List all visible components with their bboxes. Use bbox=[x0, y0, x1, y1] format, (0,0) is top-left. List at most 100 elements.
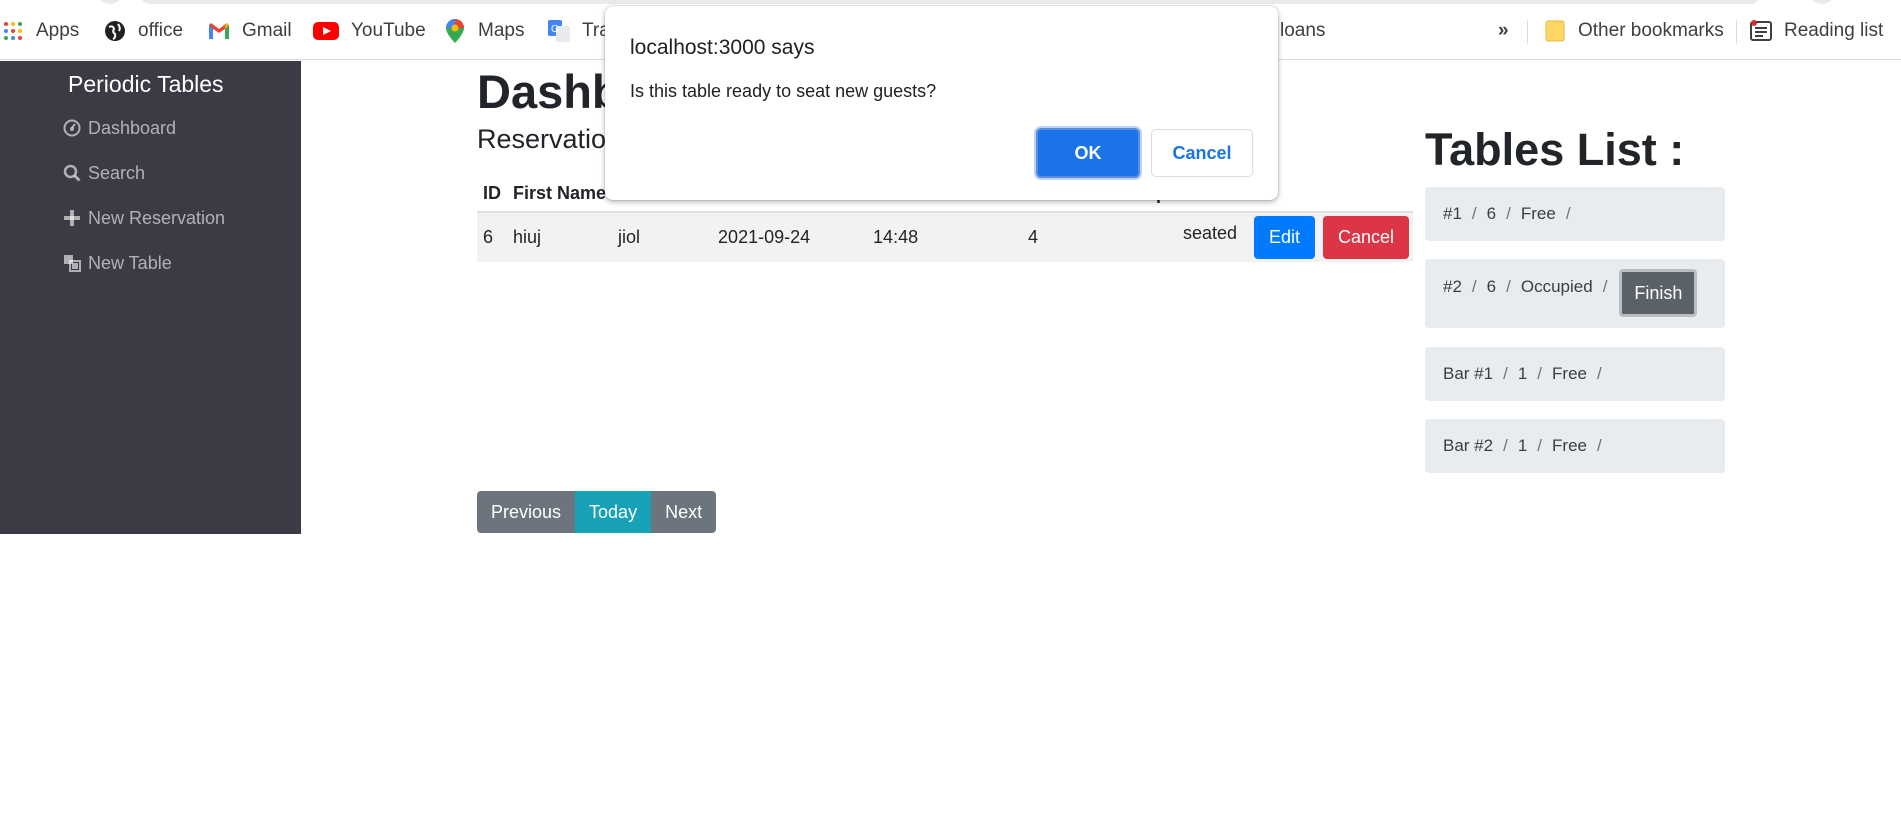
youtube-icon bbox=[313, 20, 339, 42]
separator: / bbox=[1597, 364, 1602, 383]
dashboard-icon bbox=[62, 118, 82, 138]
next-button[interactable]: Next bbox=[651, 491, 717, 533]
cell-people: 4 bbox=[1022, 211, 1174, 262]
cell-date: 2021-09-24 bbox=[712, 211, 868, 262]
separator: / bbox=[1503, 436, 1508, 455]
confirm-dialog: localhost:3000 says Is this table ready … bbox=[605, 6, 1278, 200]
separator: / bbox=[1537, 364, 1543, 383]
table-capacity: 1 bbox=[1517, 436, 1528, 455]
dialog-origin: localhost:3000 says bbox=[630, 36, 815, 59]
table-card: #1 / 6 / Free / bbox=[1425, 187, 1725, 241]
sidebar-item-label: New Table bbox=[88, 252, 172, 273]
cell-status: seated bbox=[1173, 211, 1244, 262]
sidebar-item-new-table[interactable]: New Table bbox=[62, 249, 172, 277]
cell-last-name: jiol bbox=[612, 211, 713, 262]
table-status: Free bbox=[1552, 436, 1587, 455]
reading-list-label: Reading list bbox=[1784, 20, 1884, 41]
dialog-ok-button[interactable]: OK bbox=[1036, 128, 1140, 178]
edit-reservation-button[interactable]: Edit bbox=[1253, 216, 1315, 259]
cell-id: 6 bbox=[477, 211, 507, 262]
table-name: Bar #1 bbox=[1443, 364, 1494, 383]
table-card: #2 / 6 / Occupied / Finish bbox=[1425, 259, 1725, 328]
bookmark-other[interactable]: Other bookmarks bbox=[1544, 18, 1724, 44]
globe-icon bbox=[104, 20, 126, 42]
date-pager: Previous Today Next bbox=[477, 491, 717, 533]
folder-icon bbox=[1544, 20, 1566, 42]
table-status: Free bbox=[1520, 204, 1556, 223]
brand-title[interactable]: Periodic Tables bbox=[68, 71, 224, 98]
dialog-cancel-button[interactable]: Cancel bbox=[1151, 129, 1253, 177]
apps-grid-icon bbox=[2, 20, 24, 42]
separator: / bbox=[1506, 204, 1511, 223]
bookmark-office[interactable]: office bbox=[104, 18, 183, 44]
separator: / bbox=[1471, 277, 1477, 296]
table-row: 6 hiuj jiol 2021-09-24 14:48 4 seated Ed… bbox=[477, 211, 1413, 262]
table-capacity: 6 bbox=[1486, 277, 1497, 296]
back-button-edge bbox=[96, 0, 124, 4]
reading-list-button[interactable]: Reading list bbox=[1750, 18, 1883, 44]
table-name: Bar #2 bbox=[1443, 436, 1494, 455]
address-bar-edge bbox=[140, 0, 1760, 4]
bookmark-gmail-label: Gmail bbox=[242, 20, 292, 41]
tables-list-title: Tables List : bbox=[1425, 124, 1685, 175]
bookmark-loans-label: loans bbox=[1280, 20, 1326, 41]
previous-button[interactable]: Previous bbox=[477, 491, 576, 533]
more-bookmarks-button[interactable]: » bbox=[1498, 18, 1509, 44]
sidebar: Periodic Tables Dashboard Search New Res… bbox=[0, 61, 301, 534]
separator: / bbox=[1537, 436, 1543, 455]
bookmark-youtube-label: YouTube bbox=[351, 20, 426, 41]
svg-text:G: G bbox=[551, 24, 559, 35]
sidebar-item-search[interactable]: Search bbox=[62, 159, 145, 187]
reservations-subtitle: Reservatio bbox=[477, 124, 607, 154]
separator: / bbox=[1565, 204, 1571, 223]
table-card: Bar #2 / 1 / Free / bbox=[1425, 419, 1725, 473]
bookmarks-divider-2 bbox=[1736, 20, 1737, 44]
cancel-reservation-button[interactable]: Cancel bbox=[1322, 216, 1409, 259]
cell-first-name: hiuj bbox=[507, 211, 613, 262]
bookmark-loans[interactable]: loans bbox=[1280, 18, 1325, 44]
table-name: #2 bbox=[1443, 277, 1462, 296]
sidebar-item-dashboard[interactable]: Dashboard bbox=[62, 114, 176, 142]
bookmark-translate[interactable]: G Tra bbox=[548, 18, 610, 44]
sidebar-item-new-reservation[interactable]: New Reservation bbox=[62, 204, 225, 232]
bookmark-apps[interactable]: Apps bbox=[2, 18, 79, 44]
profile-button-edge bbox=[1808, 0, 1836, 4]
bookmark-other-label: Other bookmarks bbox=[1578, 20, 1724, 41]
cell-actions: Edit Cancel bbox=[1243, 211, 1413, 262]
reading-list-icon bbox=[1750, 20, 1772, 42]
bookmark-apps-label: Apps bbox=[36, 20, 80, 41]
plus-icon bbox=[62, 208, 82, 228]
bookmark-gmail[interactable]: Gmail bbox=[208, 18, 292, 44]
table-status: Free bbox=[1552, 364, 1587, 383]
table-name: #1 bbox=[1443, 204, 1462, 223]
separator: / bbox=[1602, 277, 1608, 296]
separator: / bbox=[1471, 204, 1477, 223]
table-capacity: 1 bbox=[1517, 364, 1528, 383]
table-status: Occupied bbox=[1520, 277, 1593, 296]
gmail-icon bbox=[208, 20, 230, 42]
table-card: Bar #1 / 1 / Free / bbox=[1425, 347, 1725, 401]
translate-icon: G bbox=[548, 20, 570, 42]
separator: / bbox=[1597, 436, 1602, 455]
bookmark-maps[interactable]: Maps bbox=[444, 18, 524, 44]
separator: / bbox=[1503, 364, 1508, 383]
sidebar-item-label: Dashboard bbox=[88, 117, 177, 138]
sidebar-item-label: New Reservation bbox=[88, 207, 226, 228]
separator: / bbox=[1506, 277, 1511, 296]
sidebar-item-label: Search bbox=[88, 162, 146, 183]
bookmark-maps-label: Maps bbox=[478, 20, 525, 41]
maps-pin-icon bbox=[444, 19, 466, 43]
table-icon bbox=[62, 253, 82, 273]
page-title: Dashb bbox=[477, 65, 621, 118]
today-button[interactable]: Today bbox=[575, 491, 652, 533]
table-capacity: 6 bbox=[1486, 204, 1497, 223]
bookmark-office-label: office bbox=[138, 20, 184, 41]
bookmark-youtube[interactable]: YouTube bbox=[313, 18, 426, 44]
dialog-message: Is this table ready to seat new guests? bbox=[630, 81, 937, 101]
column-header-first-name: First Name bbox=[507, 176, 613, 213]
column-header-id: ID bbox=[477, 176, 507, 213]
finish-table-button[interactable]: Finish bbox=[1619, 269, 1698, 317]
bookmarks-divider bbox=[1527, 20, 1528, 44]
search-icon bbox=[62, 163, 82, 183]
chevron-double-right-icon: » bbox=[1498, 20, 1509, 41]
